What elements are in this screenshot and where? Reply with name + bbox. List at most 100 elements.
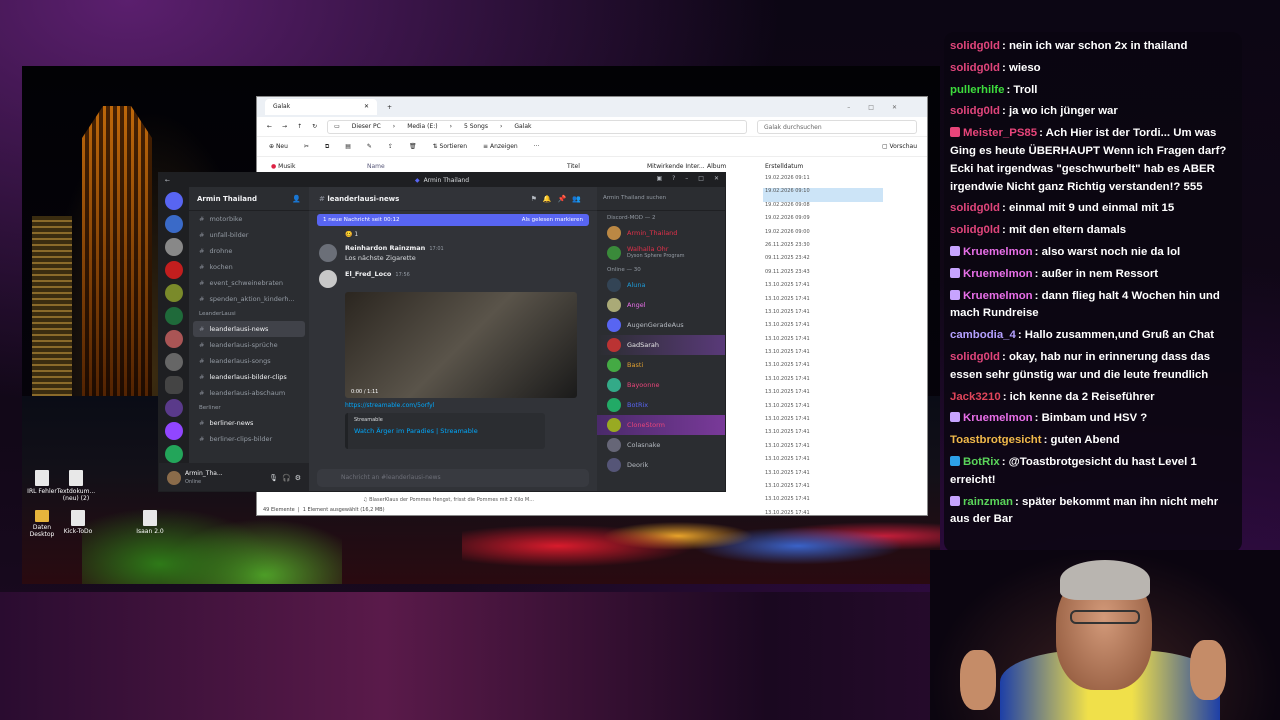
address-bar[interactable]: ▭ Dieser PC › Media (E:) › 5 Songs › Galak (327, 119, 747, 134)
file-row-date[interactable]: 13.10.2025 17:41 (763, 483, 883, 496)
forward-icon[interactable]: → (282, 123, 287, 130)
settings-icon[interactable]: ⚙ (295, 474, 301, 482)
chat-username[interactable]: solidg0ld (950, 62, 1000, 74)
cut-icon[interactable]: ✂ (304, 143, 309, 150)
chat-username[interactable]: Kruemelmon (963, 268, 1033, 280)
member-item[interactable]: Colasnake (597, 435, 725, 455)
copy-icon[interactable]: ⧉ (325, 143, 329, 151)
file-row-date[interactable]: 13.10.2025 17:41 (763, 456, 883, 469)
teamspeak-icon[interactable] (165, 376, 183, 394)
col-created[interactable]: Erstelldatum (765, 163, 803, 170)
avatar[interactable] (319, 270, 337, 288)
back-icon[interactable]: ← (267, 123, 272, 130)
twitch-icon[interactable] (165, 422, 183, 440)
channel-item[interactable]: # event_schweinebraten (189, 275, 309, 291)
chat-username[interactable]: solidg0ld (950, 40, 1000, 52)
inbox-icon[interactable]: ▣ (656, 175, 662, 182)
file-row-date[interactable]: 26.11.2025 23:30 (763, 242, 883, 255)
member-item[interactable]: BotRix (597, 395, 725, 415)
file-row-date[interactable]: 13.10.2025 17:41 (763, 470, 883, 483)
crumb[interactable]: Dieser PC (352, 123, 381, 130)
channel-item[interactable]: # kochen (189, 259, 309, 275)
channel-item[interactable]: # spenden_aktion_kinderh... (189, 291, 309, 307)
member-item[interactable]: GadSarah (597, 335, 725, 355)
member-item[interactable]: Angel (597, 295, 725, 315)
desktop-icon[interactable]: Kick-ToDo (58, 510, 98, 535)
file-row-date[interactable]: 13.10.2025 17:41 (763, 296, 883, 309)
file-row-date[interactable]: 19.02.2026 09:10 (763, 188, 883, 202)
file-row-date[interactable]: 09.11.2025 23:43 (763, 269, 883, 282)
add-member-icon[interactable]: 👤 (292, 195, 301, 203)
minimize-icon[interactable]: – (685, 175, 688, 182)
desktop-icon[interactable]: Isaan 2.0 (130, 510, 170, 535)
member-item[interactable]: CloneStorm (597, 415, 725, 435)
maximize-icon[interactable]: □ (698, 175, 704, 182)
new-tab-icon[interactable]: + (387, 104, 392, 111)
category-berliner[interactable]: Berliner (189, 401, 309, 415)
headset-icon[interactable]: 🎧 (282, 474, 291, 482)
col-album[interactable]: Album (707, 163, 767, 170)
reaction[interactable]: 🥴 1 (309, 229, 597, 240)
crumb[interactable]: 5 Songs (464, 123, 488, 130)
preview-button[interactable]: ▢ Vorschau (882, 143, 917, 150)
chat-username[interactable]: cambodia_4 (950, 329, 1016, 341)
member-item[interactable]: Bayoonne (597, 375, 725, 395)
file-row-date[interactable]: 19.02.2026 09:11 (763, 175, 883, 188)
channel-item[interactable]: # leanderlausi-songs (189, 353, 309, 369)
file-row-date[interactable]: 13.10.2025 17:41 (763, 443, 883, 456)
help-icon[interactable]: ? (672, 175, 675, 182)
file-row-date[interactable]: 19.02.2026 09:09 (763, 215, 883, 228)
crumb[interactable]: Galak (514, 123, 531, 130)
file-row-date[interactable]: 13.10.2025 17:41 (763, 403, 883, 416)
member-item[interactable]: Deorik (597, 455, 725, 475)
chat-username[interactable]: Kruemelmon (963, 290, 1033, 302)
col-title[interactable]: Titel (567, 163, 647, 170)
delete-icon[interactable]: 🗑 (409, 143, 417, 150)
server-icon[interactable] (165, 215, 183, 233)
chat-username[interactable]: Jack3210 (950, 391, 1001, 403)
avatar[interactable] (319, 244, 337, 262)
file-row-date[interactable]: 13.10.2025 17:41 (763, 322, 883, 335)
header-icons[interactable]: ⚑🔔📌👥 (531, 195, 587, 203)
embed-title-link[interactable]: Watch Ärger im Paradies | Streamable (354, 427, 539, 435)
new-button[interactable]: ⊕ Neu (269, 143, 288, 150)
explorer-tab[interactable]: Galak ✕ (265, 99, 377, 115)
new-messages-banner[interactable]: 1 neue Nachricht seit 00:12 Als gelesen m… (317, 214, 589, 226)
chat-username[interactable]: solidg0ld (950, 224, 1000, 236)
close-icon[interactable]: ✕ (714, 175, 719, 182)
channel-item-active[interactable]: # leanderlausi-news (193, 321, 305, 337)
file-row-date[interactable]: 13.10.2025 17:41 (763, 309, 883, 322)
file-row-date[interactable]: 13.10.2025 17:41 (763, 376, 883, 389)
channel-item[interactable]: # leanderlausi-bilder-clips (189, 369, 309, 385)
server-icon[interactable] (165, 399, 183, 417)
channel-item[interactable]: # berliner-news (189, 415, 309, 431)
window-controls[interactable]: –□✕ (847, 104, 915, 111)
video-player[interactable]: 0:00 / 1:11 (345, 292, 577, 398)
rename-icon[interactable]: ✎ (367, 143, 372, 150)
add-server-icon[interactable] (165, 445, 183, 463)
member-item[interactable]: Aluna (597, 275, 725, 295)
crumb[interactable]: Media (E:) (407, 123, 437, 130)
file-row-date[interactable]: 19.02.2026 09:08 (763, 202, 883, 215)
up-icon[interactable]: ↑ (297, 123, 302, 130)
channel-item[interactable]: # berliner-clips-bilder (189, 431, 309, 447)
view-button[interactable]: ≡ Anzeigen (483, 143, 518, 150)
file-row[interactable]: ♫ BlaserKlaus der Pommes Hengst, frisst … (363, 497, 534, 503)
file-row-date[interactable]: 13.10.2025 17:41 (763, 429, 883, 442)
dm-home-icon[interactable] (165, 192, 183, 210)
file-row-date[interactable]: 13.10.2025 17:41 (763, 362, 883, 375)
chat-username[interactable]: solidg0ld (950, 105, 1000, 117)
channel-item[interactable]: # motorbike (189, 211, 309, 227)
member-item[interactable]: Armin_Thailand (597, 223, 725, 243)
message-input[interactable]: Nachricht an #leanderlausi-news (317, 469, 589, 487)
member-search-input[interactable]: Armin Thailand suchen (597, 187, 725, 211)
chat-username[interactable]: Meister_PS85 (963, 127, 1037, 139)
message-link[interactable]: https://streamable.com/5orfyl (345, 398, 597, 413)
file-row-date[interactable]: 09.11.2025 23:42 (763, 255, 883, 268)
paste-icon[interactable]: ▤ (345, 143, 351, 150)
file-row-date[interactable]: 13.10.2025 17:41 (763, 349, 883, 362)
more-icon[interactable]: ··· (534, 143, 540, 150)
close-icon[interactable]: ✕ (364, 103, 369, 111)
file-row-date[interactable]: 13.10.2025 17:41 (763, 496, 883, 509)
col-name[interactable]: Name (367, 163, 567, 170)
